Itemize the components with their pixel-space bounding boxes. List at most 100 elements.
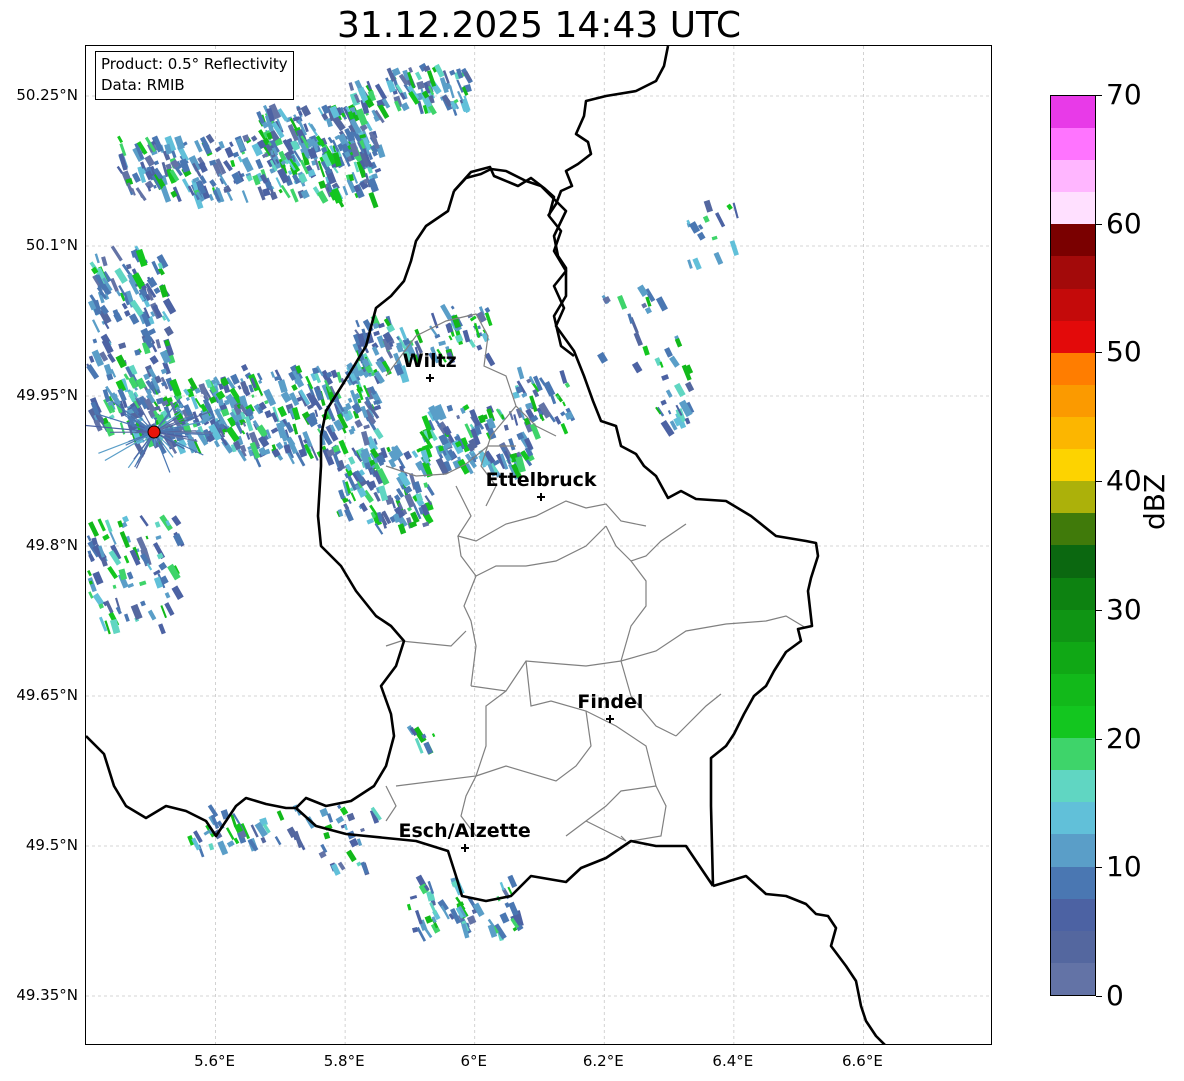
echo-cell bbox=[373, 491, 381, 502]
echo-cell bbox=[97, 518, 106, 532]
colorbar-segment bbox=[1051, 513, 1095, 546]
echo-cell bbox=[250, 135, 258, 142]
canton-borders bbox=[385, 313, 807, 842]
colorbar-segment bbox=[1051, 898, 1095, 931]
echo-cell bbox=[171, 515, 182, 527]
canton-border bbox=[470, 660, 622, 692]
echo-cell bbox=[713, 251, 724, 266]
lon-tick-label: 6°E bbox=[460, 1052, 487, 1070]
echo-cell bbox=[355, 319, 360, 328]
border-be-de-north bbox=[453, 167, 575, 358]
echo-cell bbox=[431, 733, 436, 738]
echo-cell bbox=[335, 815, 345, 824]
echo-cell bbox=[562, 401, 566, 407]
echo-cell bbox=[232, 151, 240, 158]
lon-tick-label: 6.4°E bbox=[712, 1052, 754, 1070]
colorbar-tick-label: 20 bbox=[1106, 721, 1142, 755]
colorbar-segment bbox=[1051, 962, 1095, 995]
echo-cell bbox=[154, 521, 161, 528]
echo-cell bbox=[208, 843, 215, 851]
echo-cell bbox=[406, 903, 412, 911]
lat-tick-label: 50.25°N bbox=[16, 86, 78, 104]
echo-cell bbox=[423, 482, 429, 488]
echo-cell bbox=[354, 419, 363, 429]
echo-cell bbox=[213, 440, 220, 448]
colorbar-tick-label: 50 bbox=[1106, 335, 1142, 369]
echo-cell bbox=[109, 618, 121, 635]
echo-cell bbox=[101, 256, 108, 267]
echo-cell bbox=[374, 83, 388, 101]
echo-cell bbox=[155, 535, 162, 540]
echo-cell bbox=[162, 298, 177, 315]
echo-cell bbox=[644, 306, 652, 315]
echo-cell bbox=[347, 397, 353, 403]
radar-map[interactable] bbox=[85, 45, 992, 1045]
echo-cell bbox=[499, 881, 505, 891]
border-lux-north-west bbox=[453, 165, 820, 887]
echo-cell bbox=[560, 423, 569, 435]
echo-cell bbox=[92, 592, 105, 607]
echo-cell bbox=[226, 840, 235, 848]
colorbar-tick bbox=[1096, 738, 1102, 740]
canton-border bbox=[475, 710, 592, 782]
echo-cell bbox=[687, 259, 693, 269]
colorbar-segment bbox=[1051, 866, 1095, 899]
colorbar-tick bbox=[1096, 352, 1102, 354]
echo-cell bbox=[147, 609, 157, 621]
echo-cell bbox=[641, 302, 648, 309]
echo-cell bbox=[290, 188, 299, 203]
echo-cell bbox=[264, 409, 273, 419]
echo-cell bbox=[674, 382, 686, 398]
echo-cell bbox=[368, 191, 379, 209]
echo-cell bbox=[201, 141, 212, 155]
echo-cell bbox=[363, 424, 370, 430]
echo-cell bbox=[513, 414, 519, 426]
echo-cell bbox=[664, 347, 673, 358]
echo-cell bbox=[144, 154, 156, 167]
echo-cell bbox=[92, 338, 98, 344]
echo-cell bbox=[484, 307, 491, 313]
echo-cell bbox=[122, 515, 130, 523]
echo-cell bbox=[255, 158, 264, 170]
colorbar-segment bbox=[1051, 770, 1095, 803]
echo-cell bbox=[661, 374, 670, 381]
echo-cell bbox=[124, 613, 130, 622]
echo-cell bbox=[674, 338, 683, 348]
border-de-fr bbox=[712, 874, 886, 1044]
echo-cell bbox=[241, 363, 249, 372]
echo-cell bbox=[499, 912, 510, 924]
echo-cell bbox=[360, 861, 369, 875]
echo-cell bbox=[88, 521, 100, 538]
echo-cell bbox=[446, 404, 454, 412]
echo-cell bbox=[669, 355, 680, 368]
echo-cell bbox=[660, 399, 667, 406]
echo-cell bbox=[400, 102, 410, 112]
lon-tick-label: 5.8°E bbox=[323, 1052, 365, 1070]
echo-cell bbox=[404, 493, 416, 509]
echo-cell bbox=[149, 355, 159, 365]
echo-cell bbox=[508, 901, 519, 917]
border-de-north bbox=[546, 46, 670, 217]
echo-cell bbox=[688, 221, 701, 234]
echo-cell bbox=[104, 600, 114, 614]
echo-cell bbox=[107, 565, 119, 580]
echo-cell bbox=[224, 146, 235, 158]
echo-cell bbox=[684, 381, 695, 393]
colorbar-tick-label: 40 bbox=[1106, 464, 1142, 498]
colorbar-segment bbox=[1051, 95, 1095, 129]
echo-cell bbox=[476, 344, 483, 351]
echo-cell bbox=[423, 741, 434, 755]
echo-cell bbox=[342, 185, 349, 196]
echo-cell bbox=[422, 521, 430, 528]
echo-cell bbox=[92, 319, 101, 333]
echo-cell bbox=[438, 340, 446, 347]
echo-cell bbox=[327, 136, 334, 144]
echo-cell bbox=[139, 515, 149, 527]
echo-cell bbox=[88, 591, 94, 599]
echo-cell bbox=[86, 535, 92, 542]
city-marker bbox=[606, 715, 615, 723]
echo-cell bbox=[477, 325, 481, 330]
echo-cell bbox=[665, 389, 673, 398]
echo-cell bbox=[110, 245, 123, 262]
echo-cell bbox=[356, 861, 362, 867]
